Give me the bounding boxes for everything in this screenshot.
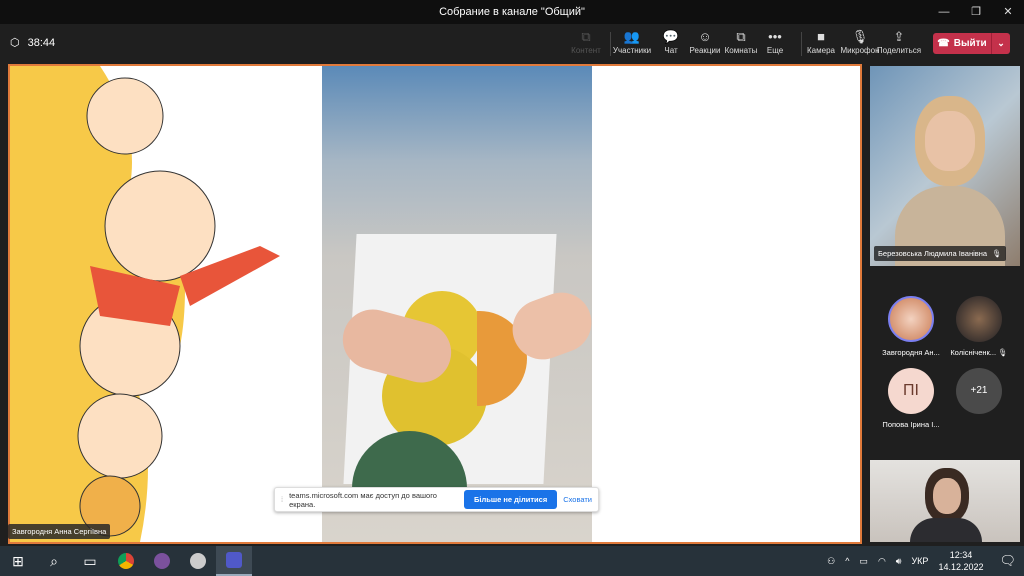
search-icon[interactable]: ⌕ [36, 546, 72, 576]
leave-options-chevron-icon[interactable]: ⌄ [992, 38, 1010, 49]
time: 12:34 [949, 550, 973, 560]
title-bar: Собрание в канале "Общий" — ❐ ✕ [0, 0, 1024, 24]
viber-icon[interactable] [144, 546, 180, 576]
toolbar-label: Поделиться [876, 46, 922, 55]
reactions-icon: ☺ [698, 29, 712, 44]
language-indicator[interactable]: УКР [911, 556, 928, 566]
share-icon: ⇪ [893, 29, 905, 44]
more-button[interactable]: ••• Еще [753, 28, 797, 55]
share-button[interactable]: ⇪ Поделиться [877, 28, 921, 55]
shared-screen [8, 64, 862, 544]
volume-icon[interactable]: 🔊︎ [896, 556, 902, 567]
share-content-icon: ⧉ [581, 29, 591, 44]
toolbar-label: Участники [612, 46, 652, 55]
more-icon: ••• [768, 29, 782, 44]
participants-icon: 👥 [623, 29, 641, 44]
more-participants-button[interactable]: +21 [944, 368, 1014, 420]
avatar [888, 296, 934, 342]
stop-sharing-button[interactable]: Більше не ділитися [464, 490, 558, 509]
date: 14.12.2022 [938, 562, 984, 572]
participant-name: Завгородня Ан... [882, 348, 940, 357]
app-icon[interactable] [180, 546, 216, 576]
toolbar-label: Контент [571, 46, 601, 55]
avatar: ПІ [888, 368, 934, 414]
drag-handle-icon[interactable]: ⁞ [281, 495, 283, 504]
leave-label: Выйти [953, 38, 987, 49]
participants-button[interactable]: 👥 Участники [610, 28, 654, 55]
participant-tile[interactable]: Завгородня Ан... [876, 296, 946, 357]
meeting-toolbar: ⬡ 38:44 ⧉ Контент 👥 Участники 💬 Чат ☺ Реакции ⧉ Ко… [0, 24, 1024, 64]
participant-name: Березовська Людмила Іванівна [878, 249, 988, 258]
toolbar-label: Микрофон [840, 46, 880, 55]
mic-muted-icon: 🎙 [992, 249, 1002, 258]
toolbar-label: Камера [807, 46, 835, 55]
rooms-icon: ⧉ [736, 29, 746, 44]
more-count: +21 [956, 368, 1002, 414]
tray-chevron-icon[interactable]: ^ [845, 556, 849, 566]
clock[interactable]: 12:34 14.12.2022 [938, 549, 983, 573]
teams-icon[interactable] [216, 546, 252, 576]
shared-video [322, 66, 600, 542]
participant-tile[interactable]: Колісніченк... 🎙 [944, 296, 1014, 357]
share-content-button: ⧉ Контент [564, 28, 608, 55]
minimize-button[interactable]: — [928, 0, 960, 24]
hide-button[interactable]: Сховати [563, 495, 592, 504]
participant-name: Попова Ірина І... [882, 420, 940, 429]
meeting-timer: 38:44 [27, 36, 56, 49]
presenter-name: Завгородня Анна Сергіївна [8, 524, 111, 539]
start-windows-icon[interactable]: ⊞ [0, 546, 36, 576]
mic-off-icon: 🎙 [851, 29, 869, 44]
toolbar-label: Чат [664, 46, 678, 55]
avatar [956, 296, 1002, 342]
camera-icon: ■ [817, 29, 825, 44]
battery-icon[interactable]: ▭ [859, 556, 868, 567]
close-button[interactable]: ✕ [992, 0, 1024, 24]
window-title: Собрание в канале "Общий" [439, 6, 585, 18]
participant-tile[interactable]: ПІ Попова Ірина І... [876, 368, 946, 429]
people-icon[interactable]: ⚇ [827, 556, 835, 567]
maximize-button[interactable]: ❐ [960, 0, 992, 24]
chat-icon: 💬 [662, 29, 680, 44]
taskbar: ⊞ ⌕ ▭ ⚇ ^ ▭ ◠ 🔊︎ УКР 12:34 14.12.2022 🗨 [0, 546, 1024, 576]
share-notice: teams.microsoft.com має доступ до вашого… [289, 490, 437, 509]
chrome-icon[interactable] [108, 546, 144, 576]
notifications-icon[interactable]: 🗨 [999, 553, 1016, 569]
task-view-icon[interactable]: ▭ [72, 546, 108, 576]
camera-button[interactable]: ■ Камера [799, 28, 843, 55]
toolbar-label: Реакции [689, 46, 721, 55]
participants-panel: Березовська Людмила Іванівна 🎙 Завгородня… [866, 64, 1024, 544]
mic-muted-icon: 🎙 [998, 348, 1008, 357]
toolbar-label: Еще [766, 46, 784, 55]
participant-name: Колісніченк... [950, 348, 997, 357]
leave-button[interactable]: ☎ Выйти ⌄ [933, 33, 1010, 54]
phone-hangup-icon: ☎ [937, 38, 950, 49]
wifi-icon[interactable]: ◠ [878, 556, 886, 567]
cartoon-kids-image [10, 66, 280, 542]
screen-share-bar: ⁞ teams.microsoft.com має доступ до вашо… [274, 487, 599, 512]
participant-name-label: Березовська Людмила Іванівна 🎙 [874, 246, 1006, 261]
self-video[interactable] [870, 460, 1020, 542]
shield-icon: ⬡ [10, 37, 20, 49]
mic-off-button[interactable]: 🎙 Микрофон [838, 28, 882, 55]
participant-video-main[interactable] [870, 66, 1020, 266]
